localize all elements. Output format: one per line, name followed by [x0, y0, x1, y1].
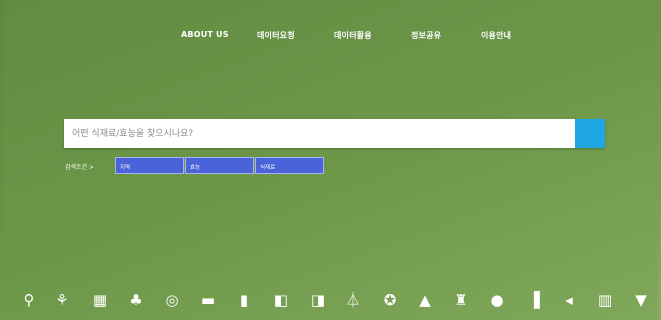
ginseng-icon[interactable]: ⚲ [20, 290, 38, 310]
filter-chip-ingredient[interactable]: 식재료 [255, 157, 324, 174]
herb-pot-icon[interactable]: ⚘ [53, 290, 71, 310]
apple-icon[interactable]: ● [488, 290, 506, 310]
cup-icon[interactable]: ▮ [235, 290, 253, 310]
wine-icon[interactable]: ♜ [452, 290, 470, 310]
pie-icon[interactable]: ▲ [416, 290, 434, 310]
nav-about-us[interactable]: ABOUT US [181, 30, 229, 39]
tofu-icon[interactable]: ▦ [91, 290, 109, 310]
filter-chip-region[interactable]: 지역 [115, 157, 184, 174]
top-nav: ABOUT US 데이터요청 데이터활용 정보공유 이용안내 [0, 30, 661, 46]
nav-info-share[interactable]: 정보공유 [411, 30, 441, 41]
nav-data-use[interactable]: 데이터활용 [334, 30, 372, 41]
search-button[interactable] [575, 119, 605, 148]
beer-mug-icon[interactable]: ◨ [309, 290, 327, 310]
nav-guide[interactable]: 이용안내 [481, 30, 511, 41]
filter-chip-efficacy[interactable]: 효능 [185, 157, 254, 174]
drink-icon[interactable]: ◧ [272, 290, 290, 310]
filter-label: 검색조건 > [65, 164, 95, 171]
mushroom-icon[interactable]: ♣ [127, 290, 145, 310]
cookie-icon[interactable]: ✪ [381, 290, 399, 310]
nav-data-request[interactable]: 데이터요청 [257, 30, 295, 41]
sandwich-icon[interactable]: ▬ [199, 290, 217, 310]
cocktail-icon[interactable]: ▼ [632, 290, 650, 310]
category-icon-bar: ⚲ ⚘ ▦ ♣ ◎ ▬ ▮ ◧ ◨ ⏃ ✪ ▲ ♜ ● ▐ ◂ ▥ ▼ [0, 290, 661, 314]
nut-icon[interactable]: ◎ [163, 290, 181, 310]
fish-icon[interactable]: ◂ [560, 290, 578, 310]
background-panel [5, 0, 657, 320]
ice-pop-icon[interactable]: ▐ [525, 290, 543, 310]
search-input[interactable] [64, 119, 569, 148]
flask-icon[interactable]: ⏃ [344, 290, 362, 310]
search-bar [64, 119, 605, 148]
pitcher-icon[interactable]: ▥ [596, 290, 614, 310]
